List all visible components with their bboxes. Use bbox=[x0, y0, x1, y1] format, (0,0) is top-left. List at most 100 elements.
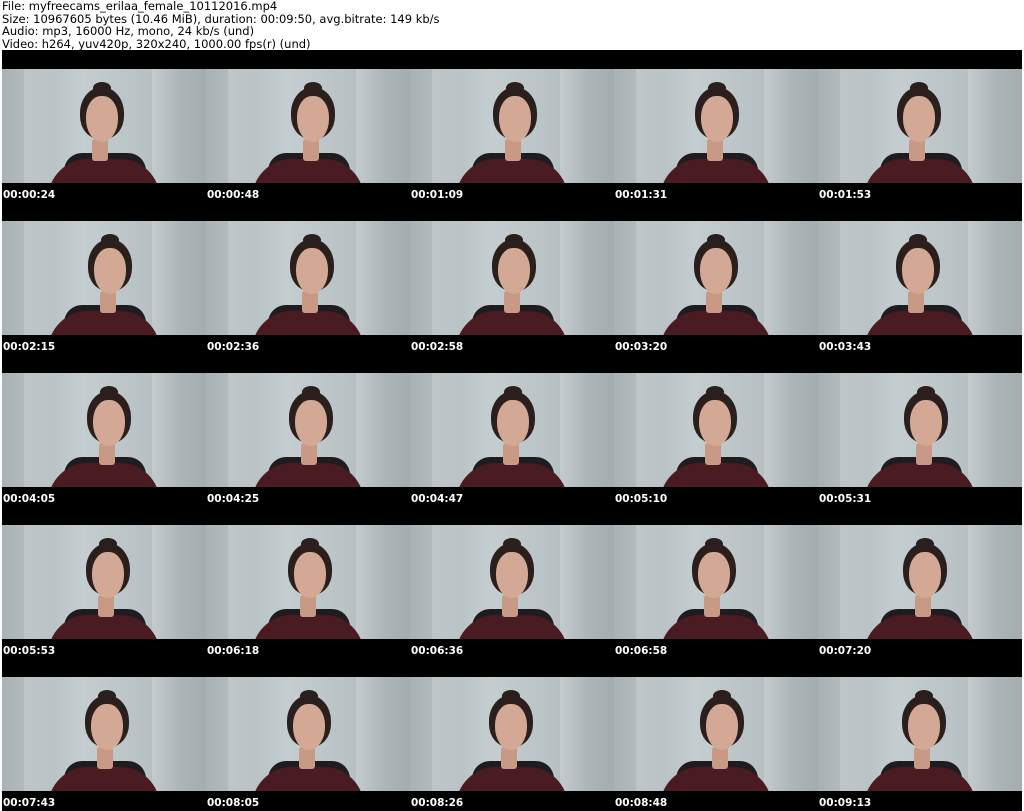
wall-panel bbox=[560, 69, 588, 183]
wall-panel bbox=[228, 221, 256, 335]
frame-neck bbox=[916, 443, 932, 465]
wall-panel bbox=[356, 525, 384, 639]
thumbnail-cell: 00:08:48 bbox=[614, 658, 818, 810]
thumbnail-timestamp: 00:01:53 bbox=[819, 189, 872, 201]
frame-neck bbox=[303, 139, 319, 161]
video-frame bbox=[410, 69, 614, 183]
thumbnail-timestamp: 00:01:31 bbox=[615, 189, 668, 201]
frame-bun bbox=[910, 82, 928, 94]
frame-face bbox=[496, 552, 528, 598]
frame-neck bbox=[707, 139, 723, 161]
video-frame bbox=[614, 525, 818, 639]
frame-neck bbox=[98, 595, 114, 617]
frame-bun bbox=[300, 690, 318, 702]
frame-neck bbox=[502, 595, 518, 617]
wall-panel bbox=[228, 677, 256, 791]
frame-bun bbox=[99, 538, 117, 550]
wall-panel bbox=[968, 677, 996, 791]
thumbnail-timestamp: 00:04:47 bbox=[411, 493, 464, 505]
wall-panel bbox=[764, 677, 792, 791]
frame-face bbox=[499, 96, 531, 142]
frame-neck bbox=[300, 595, 316, 617]
frame-neck bbox=[705, 443, 721, 465]
video-frame bbox=[206, 69, 410, 183]
frame-bun bbox=[705, 538, 723, 550]
wall-panel bbox=[432, 373, 460, 487]
frame-bun bbox=[304, 82, 322, 94]
frame-bun bbox=[505, 234, 523, 246]
video-frame bbox=[206, 373, 410, 487]
wall-panel bbox=[432, 525, 460, 639]
video-frame bbox=[614, 69, 818, 183]
frame-bun bbox=[915, 690, 933, 702]
video-frame bbox=[410, 221, 614, 335]
frame-face bbox=[296, 248, 328, 294]
frame-face bbox=[497, 400, 529, 446]
wall-panel bbox=[228, 525, 256, 639]
video-frame bbox=[206, 221, 410, 335]
thumbnail-cell: 00:05:10 bbox=[614, 354, 818, 506]
thumbnail-timestamp: 00:00:24 bbox=[3, 189, 56, 201]
frame-bun bbox=[98, 690, 116, 702]
thumbnail-timestamp: 00:05:53 bbox=[3, 645, 56, 657]
wall-panel bbox=[24, 221, 52, 335]
wall-panel bbox=[152, 373, 180, 487]
thumbnail-timestamp: 00:00:48 bbox=[207, 189, 260, 201]
frame-bun bbox=[302, 386, 320, 398]
wall-panel bbox=[24, 677, 52, 791]
wall-panel bbox=[840, 373, 868, 487]
frame-bun bbox=[503, 538, 521, 550]
frame-bun bbox=[303, 234, 321, 246]
wall-panel bbox=[764, 373, 792, 487]
wall-panel bbox=[636, 677, 664, 791]
thumbnail-cell: 00:03:20 bbox=[614, 202, 818, 354]
thumbnail-cell: 00:08:26 bbox=[410, 658, 614, 810]
frame-bun bbox=[100, 386, 118, 398]
thumbnail-timestamp: 00:03:43 bbox=[819, 341, 872, 353]
frame-neck bbox=[99, 443, 115, 465]
wall-panel bbox=[968, 373, 996, 487]
video-frame bbox=[206, 677, 410, 791]
frame-bun bbox=[506, 82, 524, 94]
frame-face bbox=[295, 400, 327, 446]
wall-panel bbox=[840, 677, 868, 791]
wall-panel bbox=[356, 677, 384, 791]
video-frame bbox=[614, 373, 818, 487]
thumbnail-cell: 00:09:13 bbox=[818, 658, 1022, 810]
video-frame bbox=[410, 525, 614, 639]
wall-panel bbox=[152, 221, 180, 335]
frame-face bbox=[297, 96, 329, 142]
video-frame bbox=[206, 525, 410, 639]
video-frame bbox=[818, 525, 1022, 639]
thumbnail-cell: 00:02:58 bbox=[410, 202, 614, 354]
frame-neck bbox=[505, 139, 521, 161]
wall-panel bbox=[432, 677, 460, 791]
thumbnail-cell: 00:02:15 bbox=[2, 202, 206, 354]
wall-panel bbox=[560, 221, 588, 335]
video-frame bbox=[2, 373, 206, 487]
frame-face bbox=[700, 248, 732, 294]
video-frame bbox=[2, 221, 206, 335]
thumbnail-cell: 00:00:48 bbox=[206, 50, 410, 202]
video-frame bbox=[614, 677, 818, 791]
thumbnail-sheet: 00:00:24 00:00:48 00:01:09 00:01:31 00:01:53… bbox=[2, 50, 1022, 811]
frame-neck bbox=[914, 747, 930, 769]
frame-neck bbox=[704, 595, 720, 617]
frame-face bbox=[86, 96, 118, 142]
thumbnail-timestamp: 00:04:25 bbox=[207, 493, 260, 505]
video-frame bbox=[818, 373, 1022, 487]
frame-face bbox=[903, 96, 935, 142]
frame-bun bbox=[708, 82, 726, 94]
frame-face bbox=[701, 96, 733, 142]
frame-face bbox=[91, 704, 123, 750]
thumbnail-timestamp: 00:06:18 bbox=[207, 645, 260, 657]
thumbnail-timestamp: 00:03:20 bbox=[615, 341, 668, 353]
thumbnail-timestamp: 00:06:36 bbox=[411, 645, 464, 657]
frame-neck bbox=[706, 291, 722, 313]
wall-panel bbox=[560, 373, 588, 487]
wall-panel bbox=[968, 525, 996, 639]
wall-panel bbox=[228, 69, 256, 183]
thumbnail-cell: 00:06:18 bbox=[206, 506, 410, 658]
thumbnail-cell: 00:01:09 bbox=[410, 50, 614, 202]
frame-bun bbox=[713, 690, 731, 702]
